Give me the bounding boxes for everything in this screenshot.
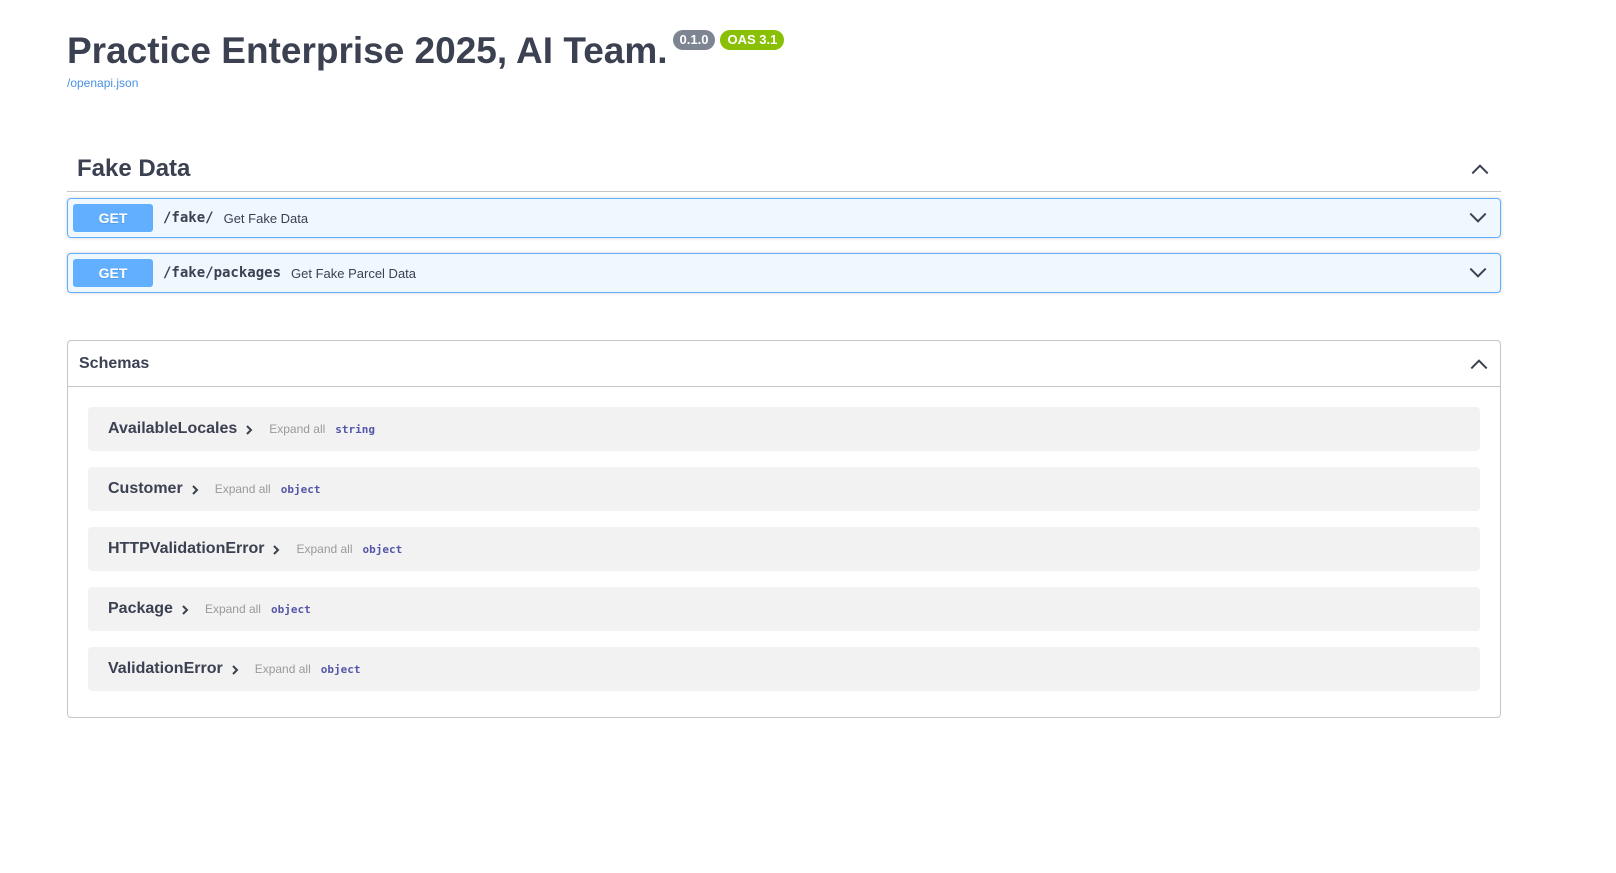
chevron-up-icon[interactable] <box>1469 158 1491 180</box>
schemas-list: AvailableLocales Expand all string Custo… <box>68 387 1500 691</box>
expand-all-button[interactable]: Expand all <box>255 662 311 676</box>
tag-header[interactable]: Fake Data <box>67 146 1501 192</box>
method-badge: GET <box>73 259 153 287</box>
schemas-header[interactable]: Schemas <box>68 341 1500 387</box>
schema-name[interactable]: Package <box>108 600 173 618</box>
schema-name[interactable]: ValidationError <box>108 660 223 678</box>
schema-package[interactable]: Package Expand all object <box>88 587 1480 631</box>
chevron-right-icon[interactable] <box>229 664 241 676</box>
operation-get-fake-packages[interactable]: GET /fake/packages Get Fake Parcel Data <box>67 253 1501 293</box>
expand-all-button[interactable]: Expand all <box>296 542 352 556</box>
schema-http-validation-error[interactable]: HTTPValidationError Expand all object <box>88 527 1480 571</box>
chevron-right-icon[interactable] <box>270 544 282 556</box>
operation-get-fake[interactable]: GET /fake/ Get Fake Data <box>67 198 1501 238</box>
chevron-right-icon[interactable] <box>243 424 255 436</box>
operation-path: /fake/packages <box>163 265 282 281</box>
schema-type: object <box>280 482 321 496</box>
expand-all-button[interactable]: Expand all <box>269 422 325 436</box>
schemas-title: Schemas <box>79 354 150 372</box>
page-title: Practice Enterprise 2025, AI Team. <box>67 30 668 71</box>
openapi-json-link[interactable]: /openapi.json <box>67 76 138 90</box>
method-badge: GET <box>73 204 153 232</box>
api-info: Practice Enterprise 2025, AI Team. 0.1.0… <box>67 28 967 92</box>
chevron-right-icon[interactable] <box>179 604 191 616</box>
operation-summary: Get Fake Data <box>223 210 309 226</box>
chevron-right-icon[interactable] <box>189 484 201 496</box>
tag-section-fake-data: Fake Data GET /fake/ Get Fake Data GET /… <box>67 146 1501 293</box>
schema-type: object <box>270 602 311 616</box>
schema-type: object <box>320 662 361 676</box>
chevron-down-icon[interactable] <box>1467 207 1489 229</box>
schema-type: string <box>335 422 376 436</box>
badges: 0.1.0 OAS 3.1 <box>672 30 785 50</box>
schema-available-locales[interactable]: AvailableLocales Expand all string <box>88 407 1480 451</box>
title-row: Practice Enterprise 2025, AI Team. 0.1.0… <box>67 28 967 74</box>
schema-type: object <box>362 542 403 556</box>
chevron-up-icon[interactable] <box>1468 353 1490 375</box>
version-badge: 0.1.0 <box>672 30 716 50</box>
chevron-down-icon[interactable] <box>1467 262 1489 284</box>
oas-badge: OAS 3.1 <box>720 30 785 50</box>
schema-customer[interactable]: Customer Expand all object <box>88 467 1480 511</box>
schemas-section: Schemas AvailableLocales Expand all stri… <box>67 340 1501 718</box>
operation-summary: Get Fake Parcel Data <box>291 265 417 281</box>
tag-title: Fake Data <box>77 154 191 182</box>
schema-validation-error[interactable]: ValidationError Expand all object <box>88 647 1480 691</box>
operation-path: /fake/ <box>163 210 214 226</box>
schema-name[interactable]: HTTPValidationError <box>108 540 264 558</box>
expand-all-button[interactable]: Expand all <box>205 602 261 616</box>
schema-name[interactable]: Customer <box>108 480 183 498</box>
schema-name[interactable]: AvailableLocales <box>108 420 237 438</box>
expand-all-button[interactable]: Expand all <box>215 482 271 496</box>
